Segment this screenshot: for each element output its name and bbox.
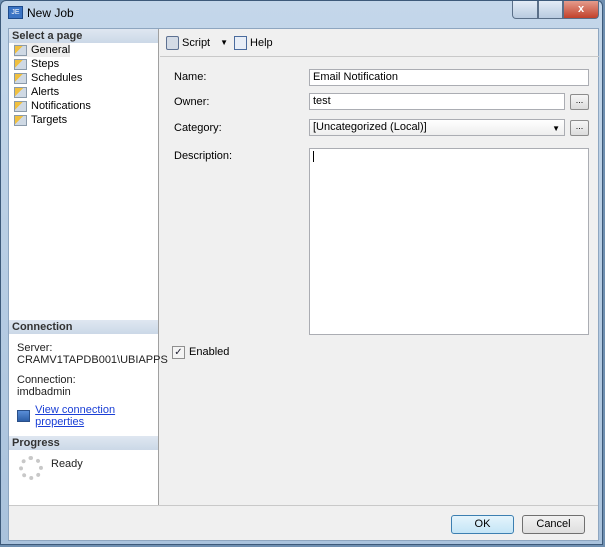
toolbar: Script ▼ Help bbox=[160, 29, 599, 57]
connection-properties-icon bbox=[17, 410, 31, 422]
owner-input[interactable]: test bbox=[309, 93, 565, 110]
enabled-checkbox[interactable]: ✓ bbox=[172, 346, 185, 359]
page-icon bbox=[14, 86, 27, 98]
page-label: Steps bbox=[31, 58, 60, 70]
general-page: Script ▼ Help Name: Email Notification O… bbox=[160, 29, 599, 505]
progress-status: Ready bbox=[51, 458, 83, 470]
connection-label: Connection: bbox=[17, 374, 76, 386]
page-targets[interactable]: Targets bbox=[14, 113, 67, 127]
category-select[interactable]: [Uncategorized (Local)] ▼ bbox=[309, 119, 565, 136]
page-icon bbox=[14, 44, 27, 56]
left-panel: Select a page General Steps Schedules Al… bbox=[9, 29, 168, 505]
window-title: New Job bbox=[27, 6, 74, 20]
page-label: Targets bbox=[31, 114, 68, 126]
text-cursor bbox=[313, 151, 314, 162]
server-label: Server: bbox=[17, 342, 53, 354]
minimize-button[interactable] bbox=[512, 1, 538, 19]
script-dropdown-icon[interactable]: ▼ bbox=[220, 38, 228, 47]
page-label: Schedules bbox=[31, 72, 83, 84]
dialog-client: Select a page General Steps Schedules Al… bbox=[8, 28, 599, 541]
dialog-button-bar: OK Cancel bbox=[9, 505, 598, 540]
chevron-down-icon: ▼ bbox=[552, 124, 560, 133]
help-icon bbox=[234, 35, 248, 50]
page-general[interactable]: General bbox=[14, 43, 71, 57]
progress-header: Progress bbox=[9, 436, 158, 450]
category-value: [Uncategorized (Local)] bbox=[313, 121, 427, 133]
page-alerts[interactable]: Alerts bbox=[14, 85, 59, 99]
page-steps[interactable]: Steps bbox=[14, 57, 59, 71]
page-notifications[interactable]: Notifications bbox=[14, 99, 91, 113]
page-icon bbox=[14, 58, 27, 70]
help-label: Help bbox=[250, 36, 273, 49]
page-icon bbox=[14, 100, 27, 112]
view-connection-properties-link[interactable]: View connection properties bbox=[35, 404, 158, 428]
name-input[interactable]: Email Notification bbox=[309, 69, 589, 86]
server-value: CRAMV1TAPDB001\UBIAPPS bbox=[17, 354, 168, 366]
connection-value: imdbadmin bbox=[17, 386, 71, 398]
new-job-window: JE New Job x Select a page General Steps… bbox=[0, 0, 603, 545]
enabled-label[interactable]: Enabled bbox=[189, 346, 229, 358]
select-page-header: Select a page bbox=[9, 29, 158, 43]
owner-browse-button[interactable]: ... bbox=[570, 94, 589, 110]
page-icon bbox=[14, 72, 27, 84]
name-label: Name: bbox=[174, 71, 207, 83]
category-label: Category: bbox=[174, 122, 222, 134]
script-icon bbox=[166, 35, 179, 50]
view-connection-properties[interactable]: View connection properties bbox=[17, 404, 158, 428]
app-icon: JE bbox=[8, 6, 23, 19]
help-button[interactable]: Help bbox=[234, 35, 273, 50]
description-label: Description: bbox=[174, 150, 233, 162]
category-browse-button[interactable]: ... bbox=[570, 120, 589, 136]
page-label: Alerts bbox=[31, 86, 60, 98]
description-textarea[interactable] bbox=[309, 148, 589, 335]
connection-header: Connection bbox=[9, 320, 158, 334]
script-label: Script bbox=[182, 36, 211, 49]
owner-label: Owner: bbox=[174, 96, 210, 108]
maximize-button[interactable] bbox=[538, 1, 563, 19]
close-button[interactable]: x bbox=[563, 1, 599, 19]
ok-button[interactable]: OK bbox=[451, 515, 514, 534]
page-schedules[interactable]: Schedules bbox=[14, 71, 82, 85]
page-icon bbox=[14, 114, 27, 126]
script-button[interactable]: Script bbox=[166, 35, 211, 50]
progress-spinner-icon bbox=[19, 456, 43, 480]
page-label: General bbox=[31, 44, 71, 56]
cancel-button[interactable]: Cancel bbox=[522, 515, 585, 534]
page-label: Notifications bbox=[31, 100, 91, 112]
